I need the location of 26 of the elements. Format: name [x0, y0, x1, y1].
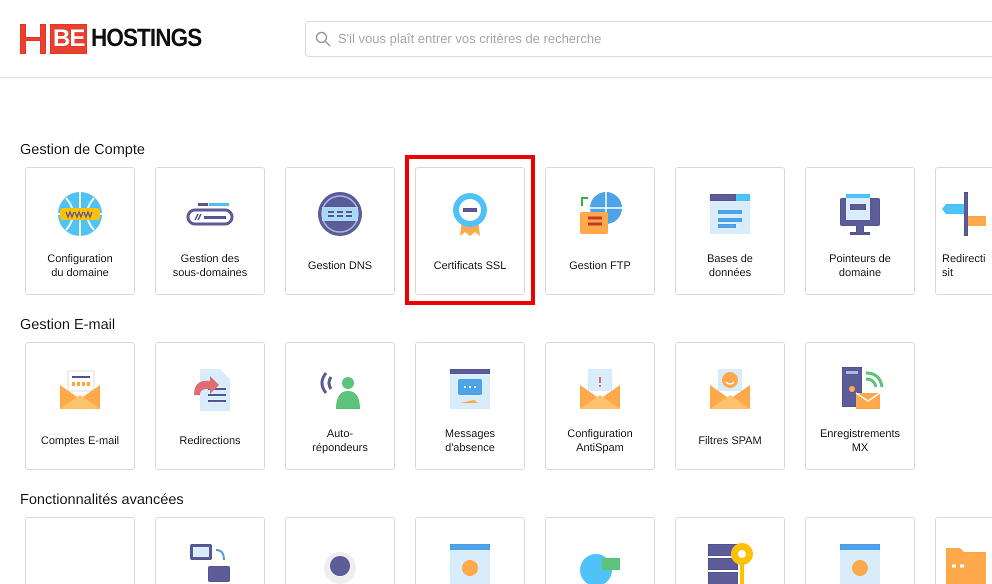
feature-tile[interactable]: Redirections — [155, 342, 265, 470]
feature-tile[interactable]: Messages d'absence — [415, 342, 525, 470]
globe-icon — [56, 190, 104, 238]
feature-tile[interactable]: Gestion DNS — [285, 167, 395, 295]
feature-tile[interactable]: Auto- répondeurs — [285, 342, 395, 470]
feature-tile[interactable]: Comptes E-mail — [25, 342, 135, 470]
feature-tile[interactable]: Redirecti sit — [935, 167, 992, 295]
feature-tile[interactable]: Configuration du domaine — [25, 167, 135, 295]
feature-tile[interactable]: Filtres SPAM — [675, 342, 785, 470]
dns-globe-icon — [316, 190, 364, 238]
feature-tile[interactable]: Bases de données — [675, 167, 785, 295]
server-key-icon — [706, 540, 754, 584]
feature-tile[interactable]: Gestion FTP — [545, 167, 655, 295]
feature-tile[interactable]: Configuration AntiSpam — [545, 342, 655, 470]
logo-name: HOSTINGS — [91, 24, 202, 53]
feature-tile[interactable]: Certificats SSL — [415, 167, 525, 295]
feature-tile[interactable]: Pointeurs de domaine — [805, 167, 915, 295]
feature-tile[interactable]: Enregistrements MX — [805, 342, 915, 470]
search-field[interactable]: S'il vous plaît entrer vos critères de recherche — [305, 20, 992, 56]
feature-tile[interactable]: Gestion des sous-domaines — [155, 167, 265, 295]
section-title: Fonctionnalités avancées — [20, 492, 185, 508]
search-icon — [315, 30, 331, 46]
logo-mark-icon — [20, 24, 46, 54]
section-title: Gestion E-mail — [20, 317, 116, 333]
section-title: Gestion de Compte — [20, 142, 146, 158]
logo-badge: BE — [50, 24, 88, 54]
